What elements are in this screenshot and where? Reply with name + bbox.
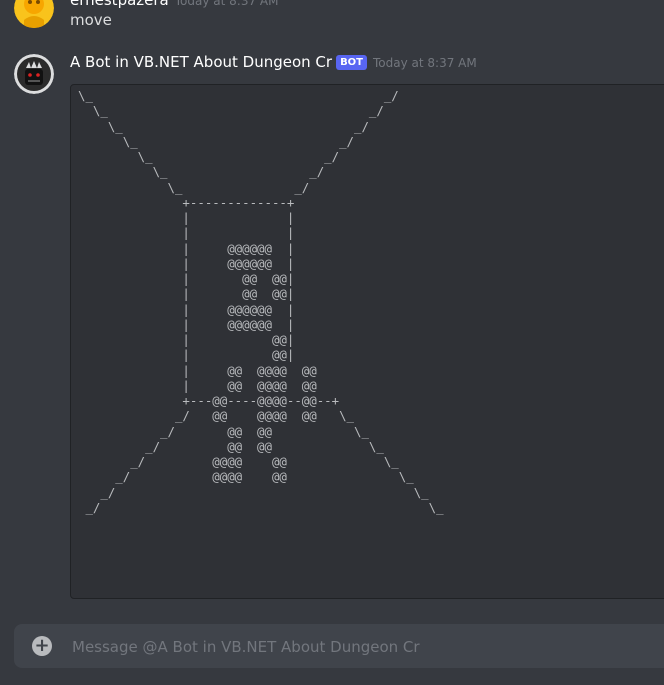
message-composer: + xyxy=(14,624,664,670)
message-author[interactable]: ernestpazera Today at 8:37 AM xyxy=(70,0,278,9)
timestamp: Today at 8:37 AM xyxy=(373,56,477,70)
message-input[interactable] xyxy=(70,624,664,670)
avatar-ernestpazera[interactable] xyxy=(14,0,54,28)
message-text: move xyxy=(70,11,112,29)
author-name[interactable]: ernestpazera xyxy=(70,0,169,9)
timestamp: Today at 8:37 AM xyxy=(174,0,279,8)
author-name[interactable]: A Bot in VB.NET About Dungeon Cr xyxy=(70,53,332,71)
message-author-bot[interactable]: A Bot in VB.NET About Dungeon Cr BOT Today… xyxy=(70,53,477,71)
ascii-dungeon-view: \_ _/ \_ _/ \_ _/ \_ _/ \_ _/ \_ _/ \_ _… xyxy=(78,88,444,515)
add-attachment-icon[interactable]: + xyxy=(32,636,52,656)
avatar-bot[interactable] xyxy=(14,54,54,94)
bot-tag-badge: BOT xyxy=(336,55,368,70)
code-block: \_ _/ \_ _/ \_ _/ \_ _/ \_ _/ \_ _/ \_ _… xyxy=(70,84,664,599)
